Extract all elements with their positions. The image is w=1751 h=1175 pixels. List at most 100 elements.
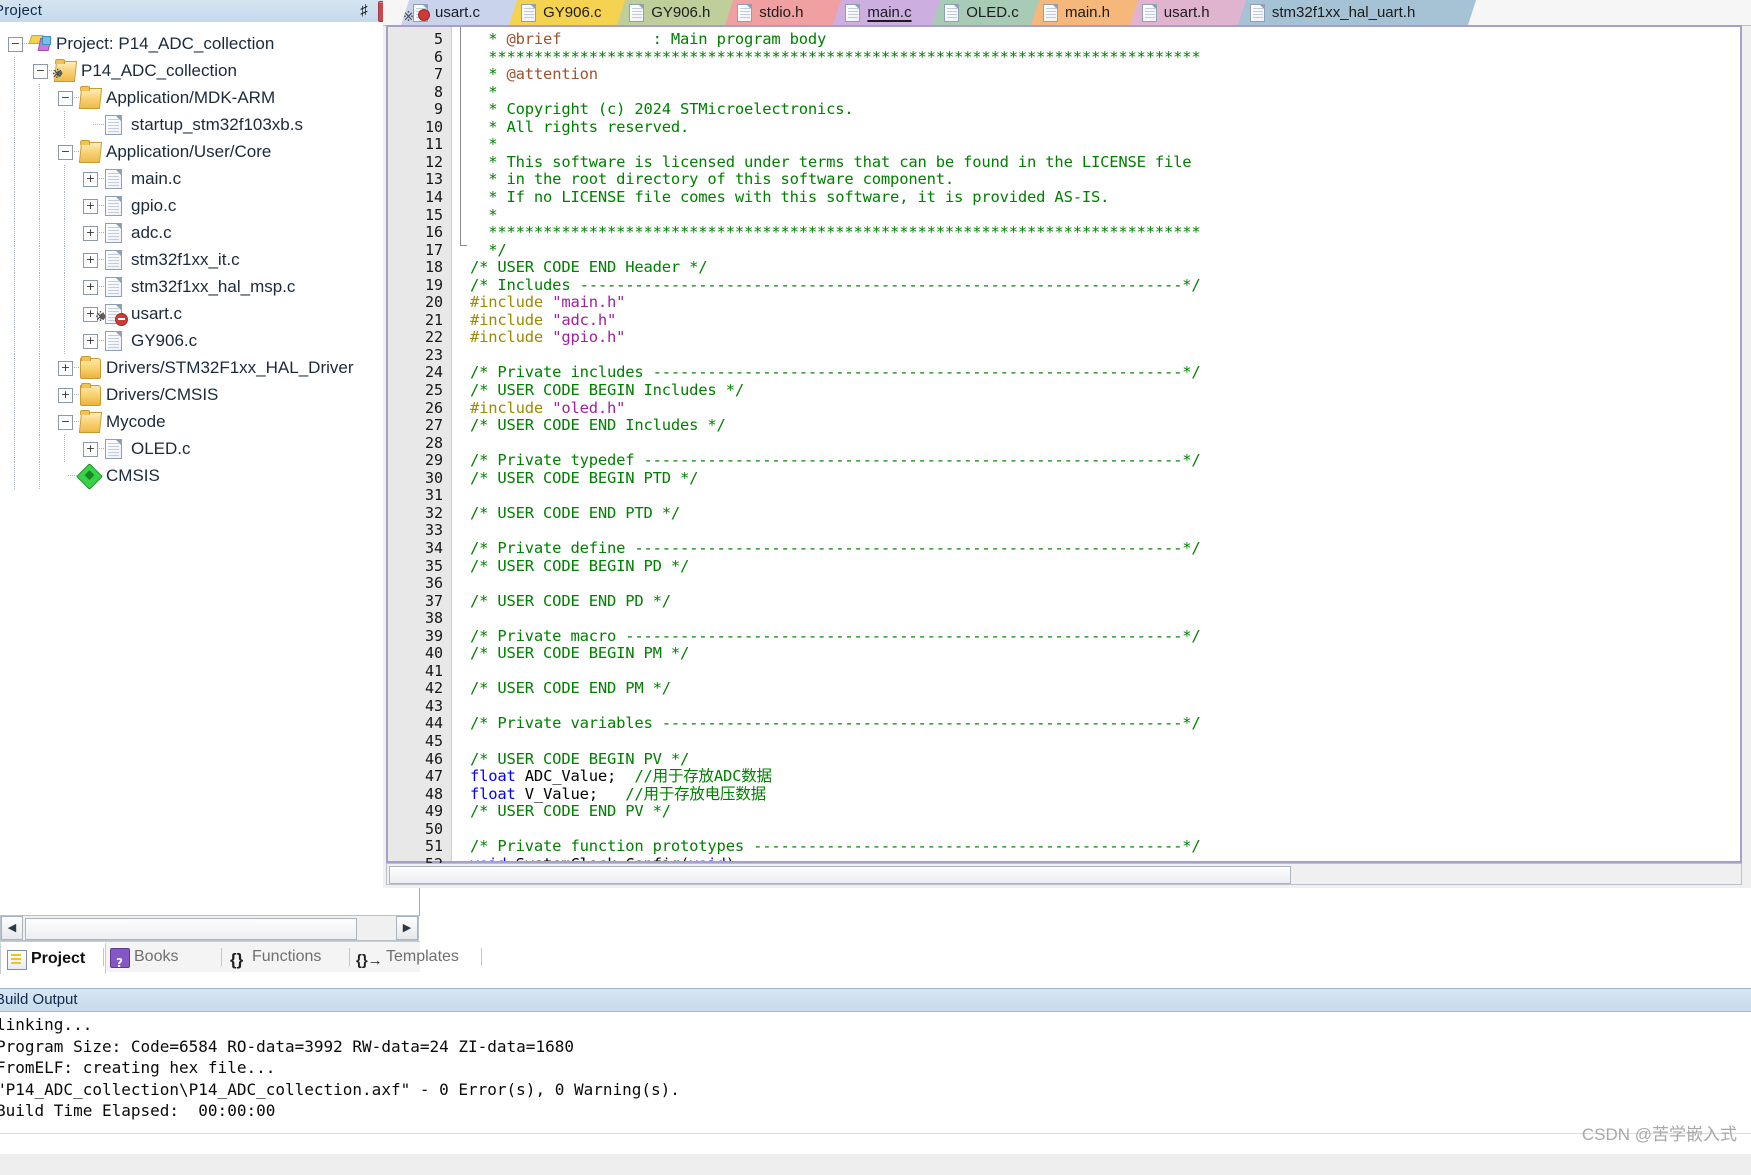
tree-item[interactable]: − P14_ADC_collection	[0, 57, 419, 84]
file-icon	[629, 4, 645, 22]
tree-item[interactable]: + stm32f1xx_it.c	[0, 246, 419, 273]
tree-item[interactable]: − Mycode	[0, 408, 419, 435]
tree-guide	[39, 111, 40, 138]
build-output-titlebar: Build Output	[0, 988, 1751, 1012]
build-output-text[interactable]: linking... Program Size: Code=6584 RO-dat…	[0, 1011, 1751, 1134]
code-token: /* USER CODE END PM */	[470, 679, 671, 698]
code-line: /* USER CODE BEGIN Includes */	[470, 381, 744, 400]
code-token: *	[470, 30, 507, 48]
project-tree[interactable]: −Project: P14_ADC_collection−P14_ADC_col…	[0, 22, 420, 916]
code-token: "main.h"	[552, 293, 626, 312]
tree-guide	[39, 408, 40, 435]
line-number: 18	[424, 258, 443, 277]
tree-item[interactable]: startup_stm32f103xb.s	[0, 111, 419, 138]
tree-collapse-icon[interactable]: −	[58, 415, 73, 430]
editor-hscrollbar[interactable]	[386, 863, 1742, 885]
code-line: /* USER CODE BEGIN PM */	[470, 645, 689, 663]
editor-tab-usart-c[interactable]: ※ usart.c	[401, 0, 519, 25]
code-editor[interactable]: 5 6 7 8 9 10 11 12 13 14 15 16 17 18 19 20 21 22 23 24 25 26 2…	[386, 25, 1742, 872]
code-line: #include "gpio.h"	[470, 329, 625, 347]
project-view-tabs: Project Books {} Functions {}→Templates	[0, 941, 482, 978]
editor-tab-main-c[interactable]: main.c	[833, 0, 942, 25]
tree-collapse-icon[interactable]: −	[58, 91, 73, 106]
tree-collapse-icon[interactable]: −	[33, 64, 48, 79]
code-text[interactable]: * @brief : Main program body ***********…	[470, 27, 1740, 861]
code-fold-column[interactable]	[452, 27, 470, 861]
tree-item[interactable]: − Application/User/Core	[0, 138, 419, 165]
breakpoint-icon	[115, 313, 128, 326]
tree-item[interactable]: + gpio.c	[0, 192, 419, 219]
code-token: /* USER CODE END Header */	[470, 258, 708, 277]
tree-expand-icon[interactable]: +	[83, 442, 98, 457]
code-line: /* USER CODE BEGIN PV */	[470, 750, 689, 769]
code-line: #include "adc.h"	[470, 311, 616, 330]
watermark: CSDN @苦学嵌入式	[1581, 1125, 1737, 1144]
tree-guide	[64, 273, 65, 300]
editor-tab-main-h[interactable]: main.h	[1031, 0, 1139, 25]
tree-collapse-icon[interactable]: −	[58, 145, 73, 160]
code-token: ADC_Value;	[515, 767, 635, 786]
editor-tab-label: GY906.h	[651, 4, 711, 21]
file-icon	[1249, 4, 1265, 22]
code-line: /* USER CODE END PM */	[470, 680, 671, 698]
tree-expand-icon[interactable]: +	[83, 280, 98, 295]
line-number: 38	[424, 609, 443, 628]
tree-expand-icon[interactable]: +	[83, 226, 98, 241]
tree-guide	[14, 246, 15, 273]
project-panel-title: Project	[0, 2, 43, 19]
tree-item-label: P14_ADC_collection	[81, 61, 237, 80]
tree-expand-icon[interactable]: +	[58, 361, 73, 376]
tree-expand-icon[interactable]: +	[83, 172, 98, 187]
line-number: 16	[424, 223, 443, 242]
tree-item[interactable]: + stm32f1xx_hal_msp.c	[0, 273, 419, 300]
code-token: /* Includes ----------------------------…	[470, 275, 1201, 294]
tree-item[interactable]: − Application/MDK-ARM	[0, 84, 419, 111]
line-number: 21	[424, 310, 443, 329]
separator	[103, 948, 104, 966]
tree-item[interactable]: + main.c	[0, 165, 419, 192]
code-token: ****************************************…	[470, 47, 1201, 66]
tree-expand-icon[interactable]: +	[83, 334, 98, 349]
tree-item[interactable]: + OLED.c	[0, 435, 419, 462]
editor-tab-GY906-h[interactable]: GY906.h	[617, 0, 735, 25]
tree-item[interactable]: + Drivers/CMSIS	[0, 381, 419, 408]
scroll-left-arrow[interactable]: ◀	[1, 916, 23, 940]
editor-tab-label: stdio.h	[759, 4, 804, 21]
view-tab-books[interactable]: Books	[104, 942, 222, 978]
tree-item[interactable]: +usart.c	[0, 300, 419, 331]
tree-item[interactable]: + adc.c	[0, 219, 419, 246]
tree-item[interactable]: − Project: P14_ADC_collection	[0, 30, 419, 57]
tree-item[interactable]: + Drivers/STM32F1xx_HAL_Driver	[0, 354, 419, 381]
editor-tab-stdio-h[interactable]: stdio.h	[725, 0, 843, 25]
tree-guide	[39, 462, 40, 489]
code-token: * If no LICENSE file comes with this sof…	[470, 187, 1110, 206]
scroll-thumb[interactable]	[25, 918, 357, 940]
pin-icon[interactable]: ♯	[356, 3, 372, 19]
view-tab-templates[interactable]: {}→ Templates	[350, 942, 482, 972]
tree-expand-icon[interactable]: +	[58, 388, 73, 403]
tree-collapse-icon[interactable]: −	[8, 37, 23, 52]
file-icon	[1141, 4, 1157, 22]
view-tab-functions[interactable]: {} Functions	[222, 942, 350, 972]
editor-tab-usart-h[interactable]: usart.h	[1129, 0, 1248, 25]
project-view-icon	[7, 950, 27, 970]
tree-item[interactable]: CMSIS	[0, 462, 419, 490]
line-number: 30	[424, 468, 443, 487]
project-tree-hscrollbar[interactable]: ◀ ▶	[0, 915, 419, 941]
line-number: 46	[424, 749, 443, 768]
editor-tab-GY906-c[interactable]: GY906.c	[509, 0, 627, 25]
editor-scroll-thumb[interactable]	[389, 866, 1291, 884]
editor-tab-stm32f1xx_hal_uart-h[interactable]: stm32f1xx_hal_uart.h	[1237, 0, 1477, 25]
code-line: float ADC_Value; //用于存放ADC数据	[470, 767, 772, 786]
gear-icon	[52, 67, 67, 80]
tree-guide	[14, 408, 15, 435]
tree-expand-icon[interactable]: +	[83, 253, 98, 268]
editor-tab-OLED-c[interactable]: OLED.c	[932, 0, 1041, 25]
tree-item-label: stm32f1xx_it.c	[131, 250, 240, 269]
scroll-right-arrow[interactable]: ▶	[396, 916, 418, 940]
code-token: *	[470, 135, 498, 154]
view-tab-project[interactable]: Project	[0, 942, 106, 974]
tree-item[interactable]: + GY906.c	[0, 327, 419, 354]
tree-expand-icon[interactable]: +	[83, 199, 98, 214]
line-number: 47	[424, 767, 443, 786]
